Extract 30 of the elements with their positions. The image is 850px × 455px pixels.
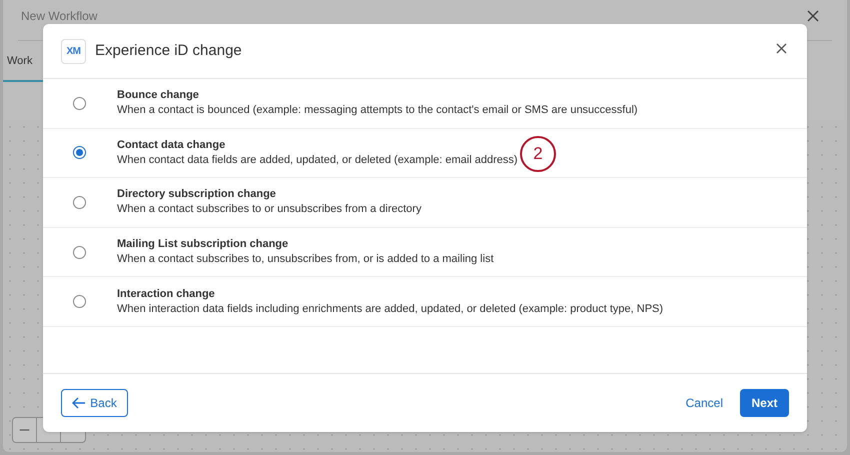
callout-number: 2 (520, 136, 556, 172)
radio-button[interactable] (73, 96, 86, 110)
radio-button[interactable] (73, 196, 86, 209)
cancel-button[interactable]: Cancel (686, 394, 723, 412)
page-title: New Workflow (21, 10, 98, 23)
logo: XM (61, 38, 86, 64)
dialog-title: Experience iD change (95, 40, 242, 61)
option-description: When interaction data fields including enrichments are added, updated, or deleted (example: product type, NPS) (117, 302, 664, 317)
option-description: When contact data fields are added, updated, or deleted (example: email address) (117, 152, 518, 168)
option-description: When a contact is bounced (example: messaging attempts to the contact's email or SMS are unsuccessful) (117, 103, 638, 118)
option-row[interactable]: Mailing List subscription change When a contact subscribes to, unsubscribes from, or is added to a mailing list (43, 228, 807, 278)
option-description: When a contact subscribes to or unsubscribes from a directory (117, 202, 422, 218)
option-row[interactable]: Contact data change When contact data fields are added, updated, or deleted (example: email address) 2 (43, 128, 807, 178)
option-row[interactable]: Bounce change When a contact is bounced (example: messaging attempts to the contact's email or SMS are unsuccessful) (43, 79, 807, 129)
option-title: Mailing List subscription change (117, 237, 290, 252)
option-title: Bounce change (117, 88, 200, 104)
option-title: Contact data change (117, 138, 226, 153)
arrow-left-icon (72, 397, 86, 409)
close-icon[interactable] (807, 10, 819, 22)
option-title: Interaction change (117, 286, 216, 302)
close-icon[interactable] (776, 42, 787, 54)
option-row[interactable]: Directory subscription change When a contact subscribes to or unsubscribes from a directory (43, 178, 807, 228)
option-title: Directory subscription change (117, 187, 277, 202)
back-button[interactable]: Back (61, 389, 128, 417)
radio-button[interactable] (73, 146, 86, 160)
next-button[interactable]: Next (740, 389, 789, 417)
option-description: When a contact subscribes to, unsubscribes from, or is added to a mailing list (117, 252, 494, 268)
radio-button[interactable] (73, 295, 86, 308)
option-row[interactable]: Interaction change When interaction data fields including enrichments are added, updated, or deleted (example: product type, NPS) (43, 277, 807, 327)
radio-button[interactable] (73, 246, 86, 259)
